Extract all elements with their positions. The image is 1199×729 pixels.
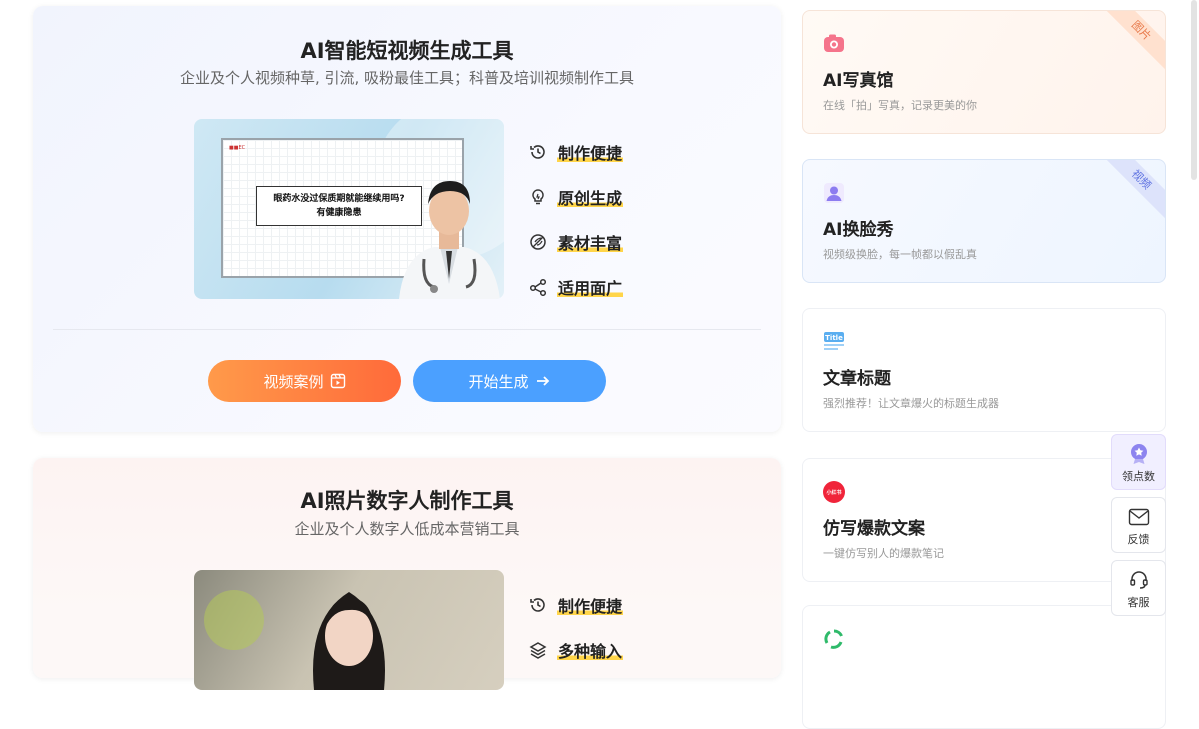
sidebar-item-desc: 视频级换脸，每一帧都以假乱真 [823, 248, 977, 261]
sidebar-item-title: 文章标题 [823, 369, 891, 389]
sidebar-item-article-title[interactable]: Title 文章标题 强烈推荐！让文章爆火的标题生成器 [802, 308, 1166, 432]
get-points-button[interactable]: 领点数 [1111, 434, 1166, 490]
start-generate-label: 开始生成 [468, 372, 529, 391]
video-generator-card: AI智能短视频生成工具 企业及个人视频种草, 引流, 吸粉最佳工具；科普及培训视… [33, 6, 781, 432]
portrait-icon [823, 182, 845, 204]
clock-refresh-icon [528, 595, 548, 615]
feature-label: 制作便捷 [557, 592, 624, 617]
share-icon [528, 277, 548, 297]
sidebar-item-ai-portrait[interactable]: 图片 AI写真馆 在线「拍」写真，记录更美的你 [802, 10, 1166, 134]
mail-icon [1112, 506, 1165, 528]
card-title: AI智能短视频生成工具 [300, 39, 514, 63]
svg-text:小红书: 小红书 [826, 489, 841, 496]
customer-service-button[interactable]: 客服 [1111, 560, 1166, 616]
feature-item: 原创生成 [528, 174, 624, 219]
digital-human-preview-image [194, 570, 504, 690]
feature-item: 适用面广 [528, 264, 624, 309]
get-points-label: 领点数 [1122, 470, 1155, 483]
sidebar-item-title: AI换脸秀 [823, 220, 894, 240]
slide-tag: ■■EC [229, 145, 246, 151]
feature-list: 制作便捷 原创生成 素材丰富 适用面广 [528, 129, 624, 309]
feature-item: 素材丰富 [528, 219, 624, 264]
arrow-right-icon [535, 373, 551, 389]
camera-icon [823, 33, 845, 55]
feather-icon [528, 232, 548, 252]
title-doc-icon: Title [823, 331, 845, 353]
feature-label: 原创生成 [557, 184, 624, 209]
video-preview-image: ■■EC 眼药水没过保质期就能继续用吗? 有健康隐患 [194, 119, 504, 299]
svg-text:Title: Title [825, 334, 843, 342]
start-generate-button[interactable]: 开始生成 [413, 360, 606, 402]
card-divider [53, 329, 761, 330]
woman-figure [313, 592, 385, 690]
video-play-icon [330, 373, 346, 389]
feature-list: 制作便捷 多种输入 [528, 582, 624, 672]
card-subtitle: 企业及个人视频种草, 引流, 吸粉最佳工具；科普及培训视频制作工具 [179, 69, 635, 87]
recycle-icon [823, 628, 845, 650]
sidebar-item-desc: 在线「拍」写真，记录更美的你 [823, 99, 977, 112]
sidebar-item-next[interactable] [802, 605, 1166, 729]
customer-service-label: 客服 [1127, 596, 1150, 609]
video-case-label: 视频案例 [263, 372, 324, 391]
sidebar-item-title: 仿写爆款文案 [823, 519, 925, 539]
card-subtitle: 企业及个人数字人低成本营销工具 [294, 520, 520, 538]
digital-human-card: AI照片数字人制作工具 企业及个人数字人低成本营销工具 制作便捷 多种输入 [33, 458, 781, 690]
lightbulb-icon [528, 187, 548, 207]
feature-label: 素材丰富 [557, 229, 624, 254]
sidebar-item-desc: 强烈推荐！让文章爆火的标题生成器 [823, 397, 999, 410]
badge-image: 图片 [1098, 11, 1165, 74]
feature-item: 制作便捷 [528, 129, 624, 174]
feature-item: 制作便捷 [528, 582, 624, 627]
feedback-label: 反馈 [1127, 533, 1150, 546]
page-scrollbar[interactable] [1191, 0, 1197, 180]
clock-refresh-icon [528, 142, 548, 162]
feature-label: 多种输入 [557, 637, 624, 662]
layers-icon [528, 640, 548, 660]
sidebar-item-desc: 一键仿写别人的爆款笔记 [823, 547, 944, 560]
badge-video: 视频 [1098, 160, 1165, 223]
feature-label: 适用面广 [557, 274, 624, 299]
xiaohongshu-icon: 小红书 [823, 481, 845, 503]
feature-label: 制作便捷 [557, 139, 624, 164]
card-title: AI照片数字人制作工具 [300, 489, 514, 513]
feature-item: 多种输入 [528, 627, 624, 672]
feedback-button[interactable]: 反馈 [1111, 497, 1166, 553]
video-case-button[interactable]: 视频案例 [208, 360, 401, 402]
sidebar-item-face-swap[interactable]: 视频 AI换脸秀 视频级换脸，每一帧都以假乱真 [802, 159, 1166, 283]
medal-icon [1112, 443, 1165, 465]
doctor-figure [399, 181, 500, 299]
sidebar-item-title: AI写真馆 [823, 71, 894, 91]
headset-icon [1112, 569, 1165, 591]
